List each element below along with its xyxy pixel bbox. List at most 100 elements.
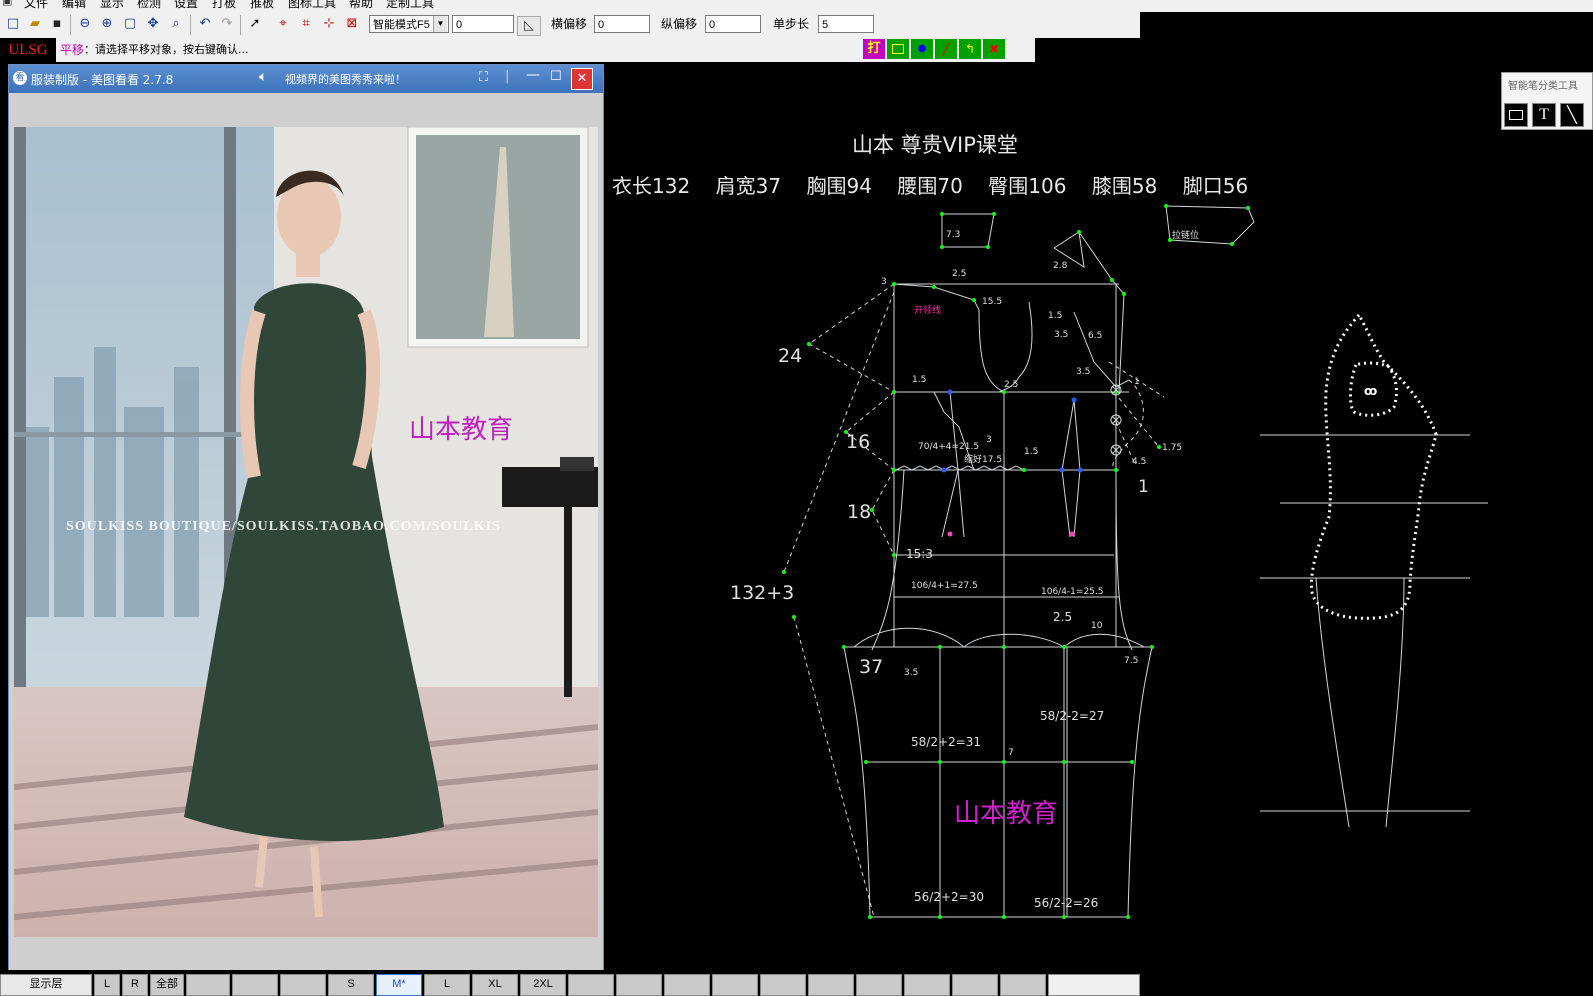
select-cursor-icon[interactable]: ➚: [246, 15, 264, 33]
line-red-icon[interactable]: ╱: [935, 39, 957, 59]
tab-all[interactable]: 全部: [150, 974, 184, 996]
text-tool-icon[interactable]: T: [1532, 103, 1556, 127]
svg-text:1: 1: [1138, 477, 1149, 497]
menu-edit[interactable]: 编辑: [62, 0, 86, 11]
size-tab-blank-12[interactable]: [952, 974, 998, 996]
size-tab-blank-1[interactable]: [186, 974, 230, 996]
h-offset-input[interactable]: 0: [594, 15, 650, 33]
point-add-icon[interactable]: ⌗: [297, 15, 315, 33]
tab-right[interactable]: R: [122, 974, 148, 996]
status-bar: 平移 ：请选择平移对象，按右键确认... 打 ● ╱ ↰ ✖: [0, 38, 1035, 62]
size-tab-blank-13[interactable]: [1000, 974, 1046, 996]
app-logo: ULSG: [0, 38, 56, 62]
dress-photo: 山本教育 SOULKISS BOUTIQUE/SOULKISS.TAOBAO.C…: [14, 127, 598, 937]
arrow-tool-icon[interactable]: ↰: [959, 39, 981, 59]
mode-value-input[interactable]: 0: [452, 15, 514, 33]
open-folder-icon[interactable]: ▰: [26, 15, 44, 33]
zoom-region-icon[interactable]: ⌕: [167, 15, 185, 33]
label-18: 18: [847, 501, 871, 523]
size-tab-m-active[interactable]: M*: [376, 974, 422, 996]
menu-custom-tools[interactable]: 定制工具: [386, 0, 434, 11]
notch-markers: [1110, 384, 1122, 456]
rectangle-tool-icon[interactable]: [1504, 103, 1528, 127]
svg-text:1.75: 1.75: [1162, 443, 1182, 453]
redo-icon[interactable]: ↷: [218, 15, 236, 33]
fullscreen-icon[interactable]: ⛶: [479, 70, 488, 85]
svg-text:3.5: 3.5: [1076, 367, 1090, 377]
menu-pattern[interactable]: 打板: [212, 0, 236, 11]
viewer-titlebar[interactable]: 看 服装制版 - 美图看看 2.7.8 🔈︎ 视频界的美图秀秀来啦！ ⛶ | —…: [9, 65, 603, 93]
svg-text:1.5: 1.5: [1048, 311, 1062, 321]
zoom-out-icon[interactable]: ⊖: [76, 15, 94, 33]
rect-icon[interactable]: [887, 39, 909, 59]
line-tool-icon[interactable]: ╲: [1560, 103, 1584, 127]
menu-check[interactable]: 检测: [137, 0, 161, 11]
menu-bar: ▣ 文件 编辑 显示 检测 设置 打板 推板 图标工具 帮助 定制工具: [0, 0, 1593, 12]
label-neckline: 开领线: [914, 304, 941, 316]
size-tab-l[interactable]: L: [424, 974, 470, 996]
label-16: 16: [846, 431, 870, 453]
angle-tool-icon[interactable]: ◺: [517, 16, 541, 36]
save-icon[interactable]: ▪: [48, 15, 66, 33]
menu-grading[interactable]: 推板: [250, 0, 274, 11]
svg-text:1.5: 1.5: [912, 375, 926, 385]
fit-window-icon[interactable]: ▢: [121, 15, 139, 33]
menu-view[interactable]: 显示: [100, 0, 124, 11]
label-zipper: 拉链位: [1172, 229, 1199, 241]
chevron-down-icon[interactable]: ▼: [433, 16, 447, 32]
undo-icon[interactable]: ↶: [196, 15, 214, 33]
size-tab-blank-6[interactable]: [664, 974, 710, 996]
svg-text:2.5: 2.5: [952, 269, 966, 279]
mode-select[interactable]: 智能模式F5 ▼: [369, 15, 449, 33]
size-tab-blank-7[interactable]: [712, 974, 758, 996]
size-tab-blank-4[interactable]: [568, 974, 614, 996]
measurement-line: 衣长132 肩宽37 胸围94 腰围70 臀围106 膝围58 脚口56: [612, 174, 1248, 198]
label-hip-front: 106/4+1=27.5: [911, 581, 978, 591]
layer-toggle[interactable]: 显示层: [0, 974, 92, 996]
size-tab-xl[interactable]: XL: [472, 974, 518, 996]
point-tool-icon[interactable]: ⌖: [274, 15, 292, 33]
svg-text:1.5: 1.5: [1024, 447, 1038, 457]
tab-left[interactable]: L: [94, 974, 120, 996]
size-tab-blank-11[interactable]: [904, 974, 950, 996]
label-knee-front: 58/2+2=31: [911, 735, 981, 749]
svg-text:6.5: 6.5: [1088, 331, 1102, 341]
minimize-icon[interactable]: —: [526, 67, 540, 83]
size-tab-blank-2[interactable]: [232, 974, 278, 996]
point-move-icon[interactable]: ⊹: [320, 15, 338, 33]
new-file-icon[interactable]: □: [4, 15, 22, 33]
close-icon[interactable]: ✕: [571, 68, 593, 90]
dot-icon[interactable]: ●: [911, 39, 933, 59]
size-tab-s[interactable]: S: [328, 974, 374, 996]
size-tab-blank-5[interactable]: [616, 974, 662, 996]
panel-title: 智能笔分类工具: [1508, 81, 1578, 92]
pan-icon[interactable]: ✥: [144, 15, 162, 33]
viewer-title: 服装制版 - 美图看看 2.7.8: [31, 73, 174, 87]
point-delete-icon[interactable]: ⊠: [343, 15, 361, 33]
size-tab-blank-10[interactable]: [856, 974, 902, 996]
step-input[interactable]: 5: [818, 15, 874, 33]
size-tab-blank-3[interactable]: [280, 974, 326, 996]
menu-help[interactable]: 帮助: [349, 0, 373, 11]
v-offset-input[interactable]: 0: [705, 15, 761, 33]
cross-red-icon[interactable]: ✖: [983, 39, 1005, 59]
menu-file[interactable]: 文件: [24, 0, 48, 11]
menu-settings[interactable]: 设置: [174, 0, 198, 11]
svg-text:1: 1: [1134, 377, 1140, 387]
h-offset-label: 横偏移: [551, 17, 588, 31]
size-tab-2xl[interactable]: 2XL: [520, 974, 566, 996]
speaker-icon[interactable]: 🔈︎: [259, 69, 267, 85]
svg-text:10: 10: [1091, 621, 1103, 631]
zoom-in-icon[interactable]: ⊕: [98, 15, 116, 33]
svg-text:4.5: 4.5: [1132, 457, 1146, 467]
size-tab-blank-8[interactable]: [760, 974, 806, 996]
viewer-promo[interactable]: 视频界的美图秀秀来啦！: [285, 71, 406, 87]
svg-text:2.5: 2.5: [1004, 380, 1018, 390]
pattern-canvas[interactable]: 山本 尊贵VIP课堂 衣长132 肩宽37 胸围94 腰围70 臀围106 膝围…: [604, 62, 1593, 970]
maximize-icon[interactable]: ☐: [550, 69, 562, 84]
size-tab-blank-9[interactable]: [808, 974, 854, 996]
store-watermark: SOULKISS BOUTIQUE/SOULKISS.TAOBAO.COM/SO…: [66, 519, 501, 534]
label-hip-back: 106/4-1=25.5: [1041, 587, 1104, 597]
menu-icon-tools[interactable]: 图标工具: [288, 0, 336, 11]
print-icon[interactable]: 打: [863, 39, 885, 59]
